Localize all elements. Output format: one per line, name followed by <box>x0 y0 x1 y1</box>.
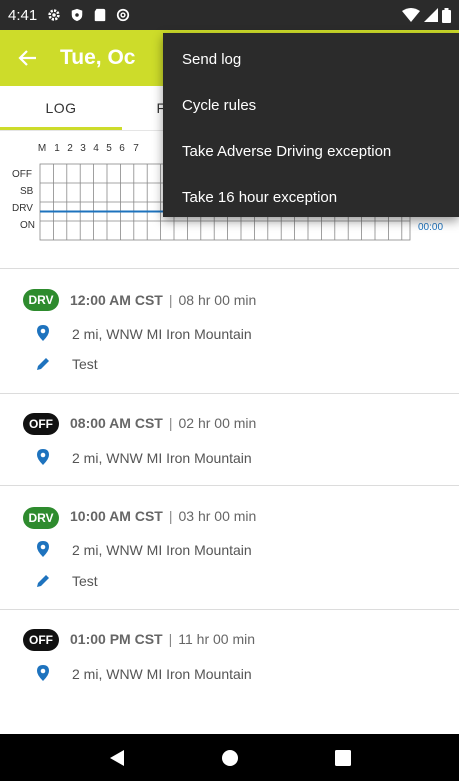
grid-total-on: 00:00 <box>418 222 444 233</box>
status-badge-off: OFF <box>23 629 59 651</box>
row-label-sb: SB <box>20 186 34 197</box>
hour-label: 7 <box>133 143 139 154</box>
nav-recents-button[interactable] <box>328 743 358 773</box>
menu-item-send-log[interactable]: Send log <box>163 36 459 82</box>
battery-icon <box>442 7 451 23</box>
menu-item-cycle-rules[interactable]: Cycle rules <box>163 82 459 128</box>
location-pin-icon <box>37 449 49 465</box>
entry-time-row: 08:00 AM CST | 02 hr 00 min <box>70 415 256 431</box>
location-pin-icon <box>37 325 49 341</box>
hour-label: 3 <box>80 143 86 154</box>
home-nav-icon <box>221 749 238 766</box>
hour-label: 1 <box>54 143 60 154</box>
pencil-icon <box>37 358 49 370</box>
entry-separator: | <box>168 631 173 647</box>
menu-item-16-hour[interactable]: Take 16 hour exception <box>163 174 459 220</box>
entry-duration: 03 hr 00 min <box>178 508 257 524</box>
sd-card-icon <box>94 8 106 22</box>
signal-icon <box>424 8 438 22</box>
entry-separator: | <box>168 508 173 524</box>
entry-duration: 08 hr 00 min <box>178 292 257 308</box>
entry-duration: 02 hr 00 min <box>178 415 257 431</box>
entry-time-row: 10:00 AM CST | 03 hr 00 min <box>70 508 256 524</box>
entry-duration: 11 hr 00 min <box>178 631 256 647</box>
overflow-menu: Send log Cycle rules Take Adverse Drivin… <box>163 33 459 217</box>
tab-log[interactable]: LOG <box>0 86 122 130</box>
arrow-left-icon <box>18 50 36 66</box>
back-nav-icon <box>109 749 124 766</box>
entry-separator: | <box>168 292 173 308</box>
system-nav-bar <box>0 734 459 781</box>
page-title: Tue, Oc <box>60 46 136 69</box>
hour-label: 4 <box>93 143 99 154</box>
status-time: 4:41 <box>8 6 38 24</box>
status-badge-drv: DRV <box>23 507 59 529</box>
tab-log-label: LOG <box>45 100 77 116</box>
hour-label: 2 <box>67 143 73 154</box>
hour-label: 6 <box>119 143 125 154</box>
location-pin-icon <box>37 541 49 557</box>
entry-location: 2 mi, WNW MI Iron Mountain <box>72 666 252 682</box>
gear-icon <box>48 9 60 21</box>
entry-time-row: 01:00 PM CST | 11 hr 00 min <box>70 631 255 647</box>
hour-label: 5 <box>106 143 112 154</box>
entry-note: Test <box>72 573 98 589</box>
log-entry[interactable]: OFF 08:00 AM CST | 02 hr 00 min 2 mi, WNW … <box>0 394 459 485</box>
entry-time: 08:00 AM CST <box>70 415 163 431</box>
menu-item-adverse-driving[interactable]: Take Adverse Driving exception <box>163 128 459 174</box>
back-button[interactable] <box>0 30 56 86</box>
entry-time: 12:00 AM CST <box>70 292 163 308</box>
hour-label: M <box>37 143 47 154</box>
wifi-icon <box>402 8 420 22</box>
status-badge-drv: DRV <box>23 289 59 311</box>
nav-back-button[interactable] <box>102 743 132 773</box>
status-bar: 4:41 <box>0 0 459 30</box>
nav-home-button[interactable] <box>215 743 245 773</box>
entry-time: 10:00 AM CST <box>70 508 163 524</box>
entry-time-row: 12:00 AM CST | 08 hr 00 min <box>70 292 256 308</box>
status-badge-off: OFF <box>23 413 59 435</box>
entry-time: 01:00 PM CST <box>70 631 163 647</box>
recents-nav-icon <box>334 749 351 766</box>
at-sign-icon <box>117 8 130 22</box>
entry-location: 2 mi, WNW MI Iron Mountain <box>72 326 252 342</box>
entry-location: 2 mi, WNW MI Iron Mountain <box>72 450 252 466</box>
row-label-drv: DRV <box>12 203 33 214</box>
location-pin-icon <box>37 665 49 681</box>
log-entry[interactable]: DRV 10:00 AM CST | 03 hr 00 min 2 mi, WNW … <box>0 486 459 609</box>
entry-note: Test <box>72 356 98 372</box>
row-label-on: ON <box>20 220 35 231</box>
log-entry[interactable]: OFF 01:00 PM CST | 11 hr 00 min 2 mi, WNW … <box>0 610 459 710</box>
shield-icon <box>71 8 83 22</box>
row-label-off: OFF <box>12 169 32 180</box>
entry-separator: | <box>168 415 173 431</box>
pencil-icon <box>37 575 49 587</box>
status-right-icons <box>402 7 451 23</box>
entry-location: 2 mi, WNW MI Iron Mountain <box>72 542 252 558</box>
log-entry[interactable]: DRV 12:00 AM CST | 08 hr 00 min 2 mi, WNW … <box>0 269 459 393</box>
